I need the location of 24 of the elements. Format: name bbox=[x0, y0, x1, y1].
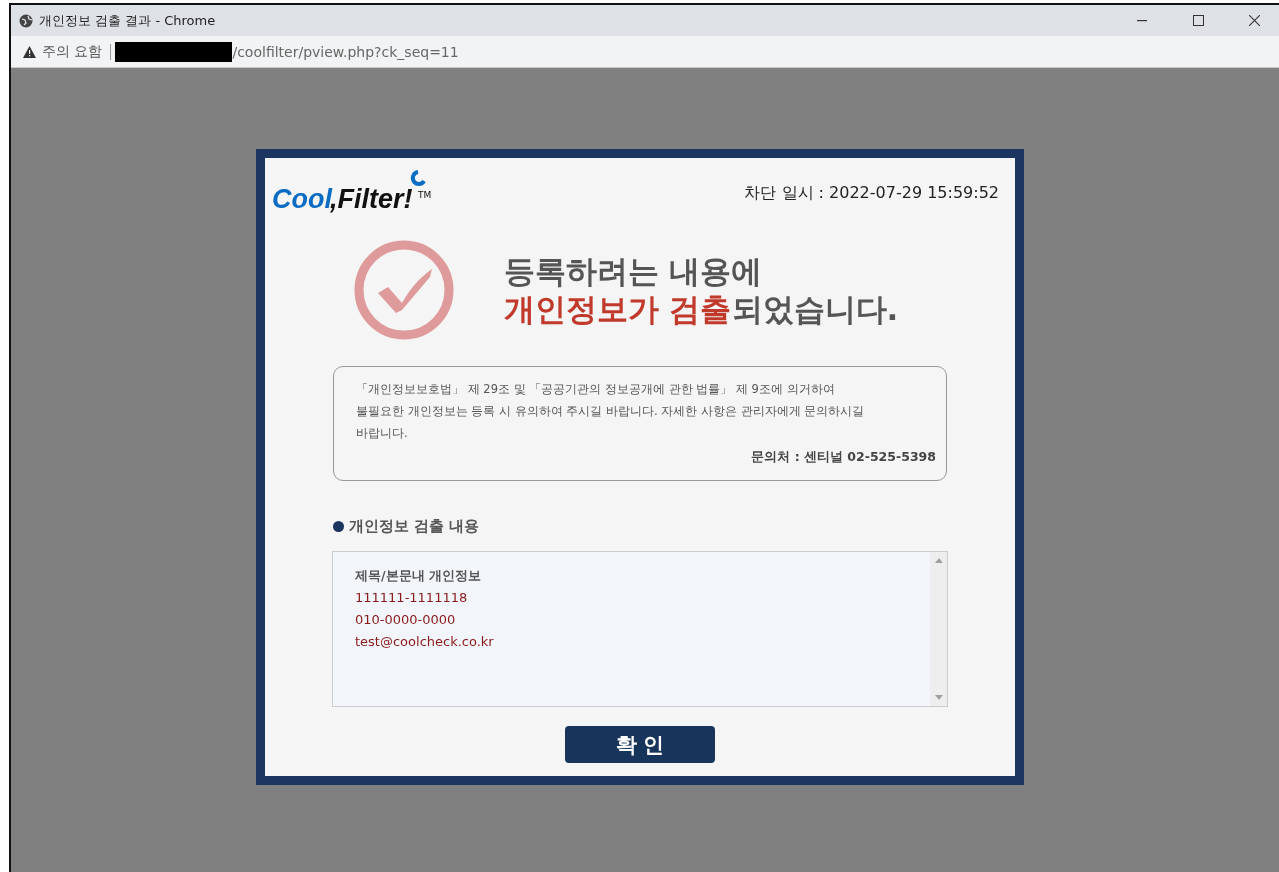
scroll-down-icon[interactable] bbox=[934, 695, 943, 700]
headline-text: 등록하려는 내용에 bbox=[503, 252, 764, 290]
cool-filter-logo: Cool,Filter! TM bbox=[272, 168, 434, 216]
maximize-icon bbox=[1192, 15, 1204, 26]
blocked-time: 차단 일시 : 2022-07-29 15:59:52 bbox=[744, 183, 999, 204]
minimize-icon bbox=[1137, 19, 1147, 22]
close-icon bbox=[1248, 15, 1260, 26]
headline-text: 개인정보가 검출되었습니다. bbox=[503, 290, 899, 328]
section-title: 개인정보 검출 내용 bbox=[349, 517, 480, 536]
detected-heading: 제목/본문내 개인정보 bbox=[355, 567, 482, 585]
url-text[interactable]: /coolfilter/pview.php?ck_seq=11 bbox=[232, 43, 459, 60]
contact-text: 문의처 : 센티널 02-525-5398 bbox=[750, 448, 936, 466]
scrollbar[interactable] bbox=[930, 552, 947, 706]
warning-icon bbox=[23, 45, 36, 58]
scroll-up-icon[interactable] bbox=[934, 558, 943, 563]
bullet-icon bbox=[333, 521, 344, 532]
globe-icon bbox=[19, 13, 33, 28]
security-label[interactable]: 주의 요함 bbox=[42, 42, 103, 61]
detected-item: 010-0000-0000 bbox=[355, 611, 457, 629]
window-title: 개인정보 검출 결과 - Chrome bbox=[39, 11, 217, 30]
confirm-button[interactable]: 확인 bbox=[565, 726, 715, 763]
detected-item: test@coolcheck.co.kr bbox=[355, 633, 495, 651]
detected-item: 111111-1111118 bbox=[355, 589, 469, 607]
notice-paragraph: 「개인정보보호법」 제 29조 및 「공공기관의 정보공개에 관한 법률」 제 9조에 의거하여 불필요한 개인정보는 등록 시 유의하여 주시길 바랍니다. 자세한 사항은 관리자에게 문의하시길 바랍니다. bbox=[356, 381, 866, 442]
